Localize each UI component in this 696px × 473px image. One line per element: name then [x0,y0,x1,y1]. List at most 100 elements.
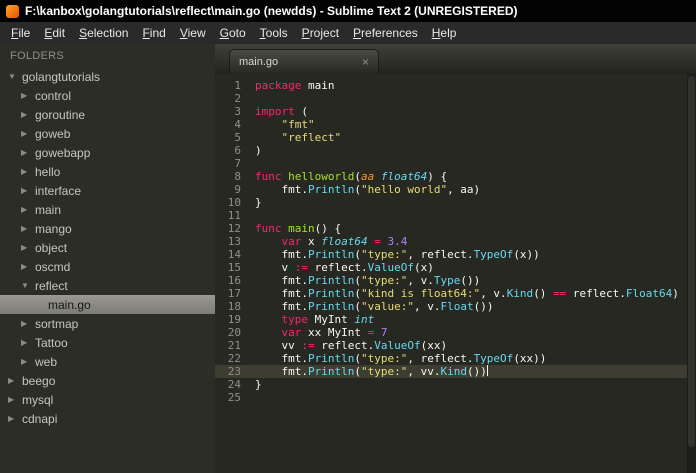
folder-hello[interactable]: ▶ hello [0,162,215,181]
code-line-24[interactable]: 24} [215,378,696,391]
code-line-11[interactable]: 11 [215,209,696,222]
folder-control[interactable]: ▶ control [0,86,215,105]
folder-cdnapi[interactable]: ▶ cdnapi [0,409,215,428]
file-main-go[interactable]: main.go [0,295,215,314]
triangle-right-icon[interactable]: ▶ [21,148,35,157]
triangle-right-icon[interactable]: ▶ [8,414,22,423]
triangle-right-icon[interactable]: ▶ [21,262,35,271]
code-line-19[interactable]: 19 type MyInt int [215,313,696,326]
tab-label: main.go [239,56,279,68]
code-line-8[interactable]: 8 func helloworld(aa float64) { [215,170,696,183]
folder-golangtutorials[interactable]: ▼ golangtutorials [0,67,215,86]
code-text: fmt.Println("kind is float64:", v.Kind()… [255,287,679,300]
code-line-5[interactable]: 5 "reflect" [215,131,696,144]
folder-mysql[interactable]: ▶ mysql [0,390,215,409]
code-line-22[interactable]: 22 fmt.Println("type:", reflect.TypeOf(x… [215,352,696,365]
code-line-18[interactable]: 18 fmt.Println("value:", v.Float()) [215,300,696,313]
menu-find[interactable]: Find [135,24,172,42]
triangle-right-icon[interactable]: ▶ [21,224,35,233]
triangle-right-icon[interactable]: ▶ [21,205,35,214]
triangle-right-icon[interactable]: ▶ [21,91,35,100]
tree-item-label: object [35,240,68,255]
code-text: func main() { [255,222,342,235]
triangle-right-icon[interactable]: ▶ [21,167,35,176]
menu-selection[interactable]: Selection [72,24,135,42]
code-text: v := reflect.ValueOf(x) [255,261,434,274]
code-line-1[interactable]: 1 package main [215,79,696,92]
tree-item-label: main.go [48,297,91,312]
code-line-3[interactable]: 3 import ( [215,105,696,118]
menu-project[interactable]: Project [295,24,346,42]
line-number: 12 [227,222,241,235]
folder-goroutine[interactable]: ▶ goroutine [0,105,215,124]
code-text: } [255,378,262,391]
tree-item-label: cdnapi [22,411,58,426]
triangle-right-icon[interactable]: ▶ [21,243,35,252]
code-line-12[interactable]: 12 func main() { [215,222,696,235]
code-line-20[interactable]: 20 var xx MyInt = 7 [215,326,696,339]
menu-file[interactable]: File [4,24,37,42]
vertical-scrollbar[interactable] [687,74,696,473]
code-text: } [255,196,262,209]
folder-oscmd[interactable]: ▶ oscmd [0,257,215,276]
tab-close-icon[interactable]: × [362,55,369,69]
line-number: 9 [234,183,241,196]
code-text: var xx MyInt = 7 [281,326,388,339]
code-line-4[interactable]: 4 "fmt" [215,118,696,131]
code-line-15[interactable]: 15 v := reflect.ValueOf(x) [215,261,696,274]
code-editor[interactable]: 1 package main 2 3 import (4 "fmt" 5 "reflect… [215,74,696,473]
triangle-right-icon[interactable]: ▶ [21,319,35,328]
folder-main[interactable]: ▶ main [0,200,215,219]
code-line-6[interactable]: 6) [215,144,696,157]
folder-reflect[interactable]: ▼ reflect [0,276,215,295]
folder-gowebapp[interactable]: ▶ gowebapp [0,143,215,162]
folder-object[interactable]: ▶ object [0,238,215,257]
code-text: ) [255,144,262,157]
menu-view[interactable]: View [173,24,213,42]
folder-tree: ▼ golangtutorials ▶ control ▶ goroutine ▶ goweb… [0,67,215,428]
code-line-25[interactable]: 25 [215,391,696,404]
triangle-down-icon[interactable]: ▼ [8,72,22,81]
code-line-2[interactable]: 2 [215,92,696,105]
triangle-down-icon[interactable]: ▼ [21,281,35,290]
code-text: "reflect" [281,131,342,144]
triangle-right-icon[interactable]: ▶ [21,129,35,138]
code-line-16[interactable]: 16 fmt.Println("type:", v.Type()) [215,274,696,287]
menu-preferences[interactable]: Preferences [346,24,425,42]
scrollbar-thumb[interactable] [688,76,695,448]
menu-help[interactable]: Help [425,24,464,42]
triangle-right-icon[interactable]: ▶ [21,357,35,366]
code-line-17[interactable]: 17 fmt.Println("kind is float64:", v.Kin… [215,287,696,300]
menu-tools[interactable]: Tools [253,24,295,42]
folder-sortmap[interactable]: ▶ sortmap [0,314,215,333]
code-text: type MyInt int [281,313,375,326]
code-line-14[interactable]: 14 fmt.Println("type:", reflect.TypeOf(x… [215,248,696,261]
folder-web[interactable]: ▶ web [0,352,215,371]
triangle-right-icon[interactable]: ▶ [8,376,22,385]
menu-goto[interactable]: Goto [213,24,253,42]
code-line-7[interactable]: 7 [215,157,696,170]
code-text: fmt.Println("hello world", aa) [255,183,481,196]
folder-goweb[interactable]: ▶ goweb [0,124,215,143]
triangle-right-icon[interactable]: ▶ [21,110,35,119]
folder-interface[interactable]: ▶ interface [0,181,215,200]
folder-mango[interactable]: ▶ mango [0,219,215,238]
code-text: fmt.Println("type:", reflect.TypeOf(x)) [255,248,540,261]
tab-main-go[interactable]: main.go × [229,49,379,74]
code-line-10[interactable]: 10} [215,196,696,209]
title-bar[interactable]: F:\kanbox\golangtutorials\reflect\main.g… [0,0,696,22]
triangle-right-icon[interactable]: ▶ [21,186,35,195]
line-number: 11 [227,209,241,222]
code-line-9[interactable]: 9 fmt.Println("hello world", aa) [215,183,696,196]
menu-edit[interactable]: Edit [37,24,72,42]
triangle-right-icon[interactable]: ▶ [21,338,35,347]
code-line-21[interactable]: 21 vv := reflect.ValueOf(xx) [215,339,696,352]
folder-beego[interactable]: ▶ beego [0,371,215,390]
code-line-13[interactable]: 13 var x float64 = 3.4 [215,235,696,248]
tree-item-label: reflect [35,278,68,293]
code-text: import ( [255,105,308,118]
folder-tattoo[interactable]: ▶ Tattoo [0,333,215,352]
code-line-23[interactable]: 23 fmt.Println("type:", vv.Kind()) [215,365,696,378]
triangle-right-icon[interactable]: ▶ [8,395,22,404]
folders-header: FOLDERS [10,50,65,62]
